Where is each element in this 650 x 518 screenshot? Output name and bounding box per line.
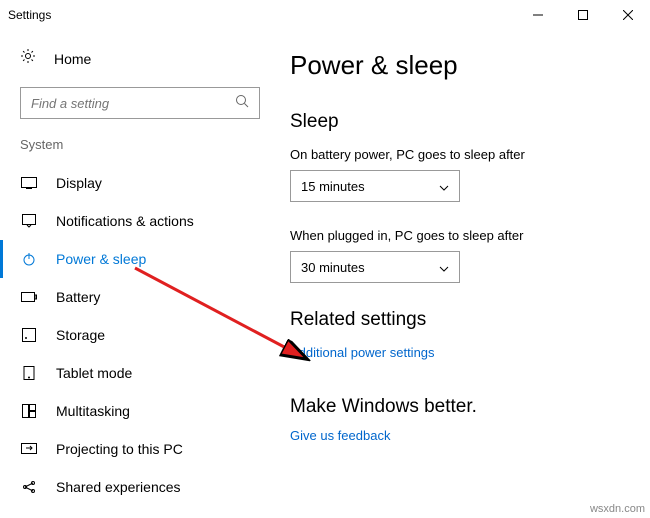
group-label: System xyxy=(0,137,280,164)
sidebar-item-projecting[interactable]: Projecting to this PC xyxy=(0,430,280,468)
search-input[interactable] xyxy=(31,96,235,111)
nav-label: Power & sleep xyxy=(56,251,146,267)
multitasking-icon xyxy=(20,404,38,418)
battery-sleep-select[interactable]: 15 minutes xyxy=(290,170,460,202)
feedback-link[interactable]: Give us feedback xyxy=(290,428,620,443)
window-title: Settings xyxy=(8,8,515,22)
plugged-sleep-label: When plugged in, PC goes to sleep after xyxy=(290,228,620,243)
nav-label: Notifications & actions xyxy=(56,213,194,229)
main-panel: Power & sleep Sleep On battery power, PC… xyxy=(280,30,650,518)
shared-icon xyxy=(20,480,38,494)
notification-icon xyxy=(20,214,38,228)
better-heading: Make Windows better. xyxy=(290,396,620,418)
sidebar: Home System Display Notifications & acti… xyxy=(0,30,280,518)
sleep-heading: Sleep xyxy=(290,111,620,133)
watermark: wsxdn.com xyxy=(590,503,645,515)
home-nav[interactable]: Home xyxy=(0,40,280,77)
sidebar-item-battery[interactable]: Battery xyxy=(0,278,280,316)
nav-label: Tablet mode xyxy=(56,365,132,381)
sidebar-item-tablet[interactable]: Tablet mode xyxy=(0,354,280,392)
chevron-down-icon xyxy=(439,260,449,275)
titlebar: Settings xyxy=(0,0,650,30)
nav-label: Battery xyxy=(56,289,100,305)
sidebar-item-shared[interactable]: Shared experiences xyxy=(0,468,280,506)
nav-label: Multitasking xyxy=(56,403,130,419)
sidebar-item-storage[interactable]: Storage xyxy=(0,316,280,354)
nav-label: Shared experiences xyxy=(56,479,181,495)
chevron-down-icon xyxy=(439,179,449,194)
home-label: Home xyxy=(54,51,91,67)
select-value: 15 minutes xyxy=(301,179,365,194)
nav-label: Projecting to this PC xyxy=(56,441,183,457)
plugged-sleep-select[interactable]: 30 minutes xyxy=(290,251,460,283)
nav-label: Storage xyxy=(56,327,105,343)
search-box[interactable] xyxy=(20,87,260,119)
select-value: 30 minutes xyxy=(301,260,365,275)
sidebar-item-power-sleep[interactable]: Power & sleep xyxy=(0,240,280,278)
nav-label: Display xyxy=(56,175,102,191)
page-title: Power & sleep xyxy=(290,50,620,81)
sidebar-item-display[interactable]: Display xyxy=(0,164,280,202)
gear-icon xyxy=(20,48,38,69)
projecting-icon xyxy=(20,443,38,455)
battery-icon xyxy=(20,292,38,302)
related-heading: Related settings xyxy=(290,309,620,331)
window-buttons xyxy=(515,0,650,30)
close-button[interactable] xyxy=(605,0,650,30)
battery-sleep-label: On battery power, PC goes to sleep after xyxy=(290,147,620,162)
power-icon xyxy=(20,252,38,266)
storage-icon xyxy=(20,328,38,342)
minimize-button[interactable] xyxy=(515,0,560,30)
additional-power-settings-link[interactable]: Additional power settings xyxy=(290,345,620,360)
display-icon xyxy=(20,177,38,189)
maximize-button[interactable] xyxy=(560,0,605,30)
sidebar-item-multitasking[interactable]: Multitasking xyxy=(0,392,280,430)
sidebar-item-notifications[interactable]: Notifications & actions xyxy=(0,202,280,240)
tablet-icon xyxy=(20,366,38,380)
search-icon xyxy=(235,94,249,113)
